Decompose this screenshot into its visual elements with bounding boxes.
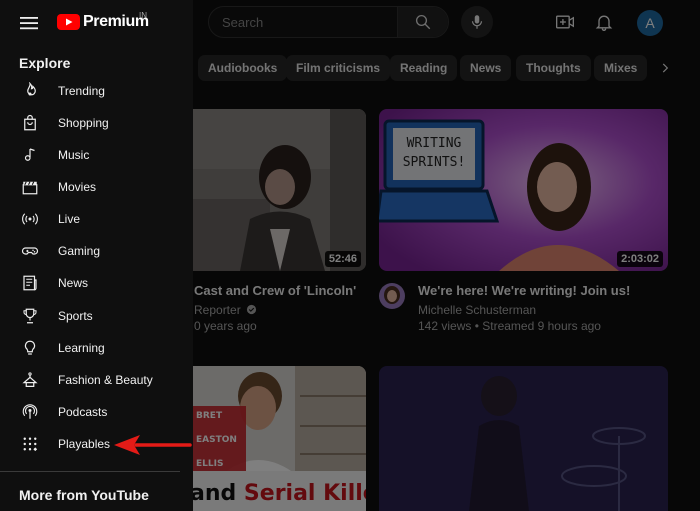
nav-label: Trending xyxy=(58,84,105,98)
nav-item-gaming[interactable]: Gaming xyxy=(8,235,186,267)
podcasts-icon xyxy=(18,400,42,424)
nav-item-movies[interactable]: Movies xyxy=(8,171,186,203)
nav-item-music[interactable]: Music xyxy=(8,139,186,171)
nav-item-live[interactable]: Live xyxy=(8,203,186,235)
youtube-premium-logo[interactable]: Premium xyxy=(57,11,149,33)
drawer-divider xyxy=(0,471,180,472)
learning-icon xyxy=(18,336,42,360)
more-from-youtube-heading: More from YouTube xyxy=(19,487,149,503)
region-code: IN xyxy=(139,11,147,20)
nav-item-podcasts[interactable]: Podcasts xyxy=(8,396,186,428)
nav-item-sports[interactable]: Sports xyxy=(8,300,186,332)
music-icon xyxy=(18,143,42,167)
menu-button[interactable] xyxy=(17,11,41,35)
nav-label: News xyxy=(58,276,89,290)
annotation-arrow xyxy=(114,435,192,455)
explore-heading: Explore xyxy=(19,55,71,71)
nav-label: Movies xyxy=(58,180,97,194)
sports-icon xyxy=(18,304,42,328)
nav-label: Live xyxy=(58,212,81,226)
nav-item-fashion-beauty[interactable]: Fashion & Beauty xyxy=(8,364,186,396)
youtube-play-icon xyxy=(57,14,80,30)
fashion-icon xyxy=(18,368,42,392)
nav-item-news[interactable]: News xyxy=(8,267,186,299)
nav-label: Learning xyxy=(58,341,105,355)
nav-label: Fashion & Beauty xyxy=(58,373,153,387)
nav-label: Shopping xyxy=(58,116,109,130)
live-icon xyxy=(18,207,42,231)
gaming-icon xyxy=(18,239,42,263)
nav-label: Music xyxy=(58,148,90,162)
hamburger-icon xyxy=(20,17,38,30)
trending-icon xyxy=(18,79,42,103)
nav-item-trending[interactable]: Trending xyxy=(8,75,186,107)
youtube-page: A Audiobooks Film criticisms Reading New… xyxy=(0,0,700,511)
nav-label: Sports xyxy=(58,309,93,323)
nav-label: Playables xyxy=(58,437,111,451)
movies-icon xyxy=(18,175,42,199)
nav-item-shopping[interactable]: Shopping xyxy=(8,107,186,139)
playables-icon xyxy=(18,432,42,456)
nav-label: Podcasts xyxy=(58,405,108,419)
nav-item-learning[interactable]: Learning xyxy=(8,332,186,364)
news-icon xyxy=(18,271,42,295)
drawer-header: Premium IN xyxy=(0,0,193,46)
nav-label: Gaming xyxy=(58,244,101,258)
shopping-icon xyxy=(18,111,42,135)
